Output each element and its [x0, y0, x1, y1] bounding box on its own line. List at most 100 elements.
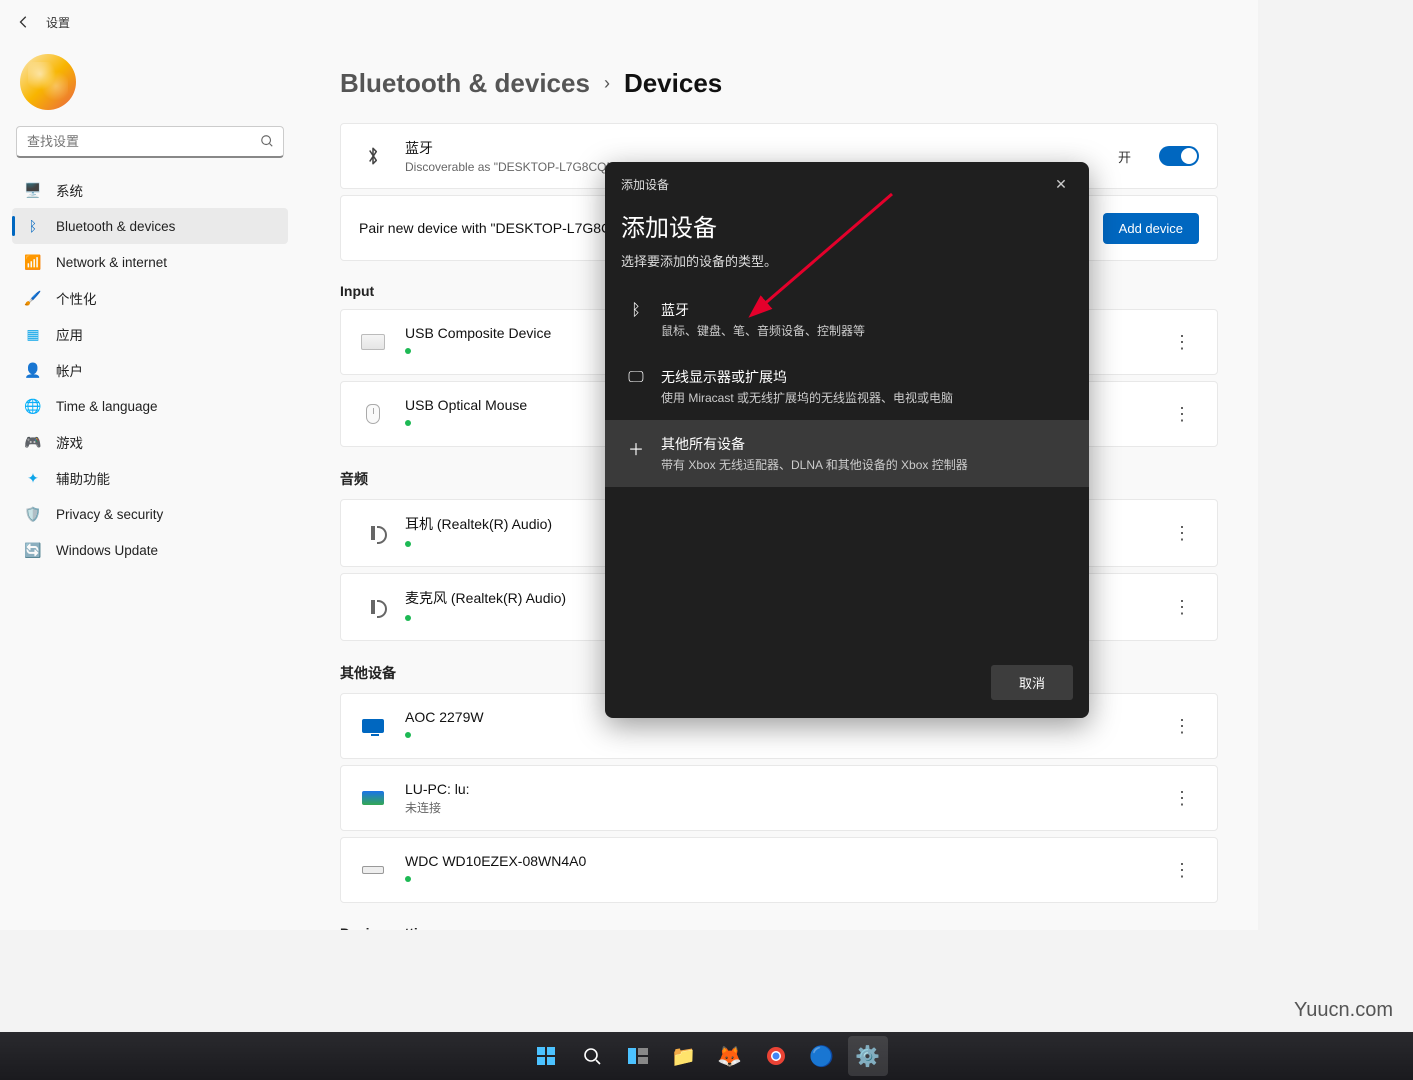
settings-taskbar-icon[interactable]: ⚙️	[848, 1036, 888, 1076]
device-name: LU-PC: lu:	[405, 781, 1147, 797]
device-row[interactable]: WDC WD10EZEX-08WN4A0 ⋮	[340, 837, 1218, 903]
nav-label: 应用	[56, 324, 83, 344]
search-icon	[260, 134, 274, 153]
nav-icon: 👤	[24, 362, 42, 379]
option-icon: 🖵	[625, 367, 647, 387]
sidebar-item-8[interactable]: ✦ 辅助功能	[12, 460, 288, 496]
close-icon[interactable]: ✕	[1049, 172, 1073, 196]
firefox-icon[interactable]: 🦊	[710, 1036, 750, 1076]
nav-icon: 🎮	[24, 434, 42, 451]
status-dot	[405, 541, 411, 547]
device-name: WDC WD10EZEX-08WN4A0	[405, 853, 1147, 869]
nav-label: 个性化	[56, 288, 97, 308]
sidebar-item-5[interactable]: 👤 帐户	[12, 352, 288, 388]
more-options-button[interactable]: ⋮	[1165, 593, 1199, 622]
nav-icon: ▦	[24, 326, 42, 343]
add-device-option-1[interactable]: 🖵 无线显示器或扩展坞 使用 Miracast 或无线扩展坞的无线监视器、电视或…	[605, 353, 1089, 420]
sidebar-item-1[interactable]: ᛒ Bluetooth & devices	[12, 208, 288, 244]
more-options-button[interactable]: ⋮	[1165, 400, 1199, 429]
chevron-right-icon: ›	[604, 73, 610, 94]
breadcrumb-current: Devices	[624, 68, 722, 99]
option-title: 蓝牙	[661, 300, 865, 320]
dialog-title: 添加设备	[621, 208, 1073, 243]
sidebar-item-6[interactable]: 🌐 Time & language	[12, 388, 288, 424]
nav-label: Time & language	[56, 399, 158, 414]
bluetooth-toggle[interactable]	[1159, 146, 1199, 166]
sidebar-item-0[interactable]: 🖥️ 系统	[12, 172, 288, 208]
status-dot	[405, 348, 411, 354]
taskbar-app-icon[interactable]: 🔵	[802, 1036, 842, 1076]
search-input[interactable]	[16, 126, 284, 158]
more-options-button[interactable]: ⋮	[1165, 712, 1199, 741]
status-dot	[405, 615, 411, 621]
speaker-icon	[359, 522, 387, 544]
keyboard-icon	[359, 331, 387, 353]
back-button[interactable]	[16, 14, 32, 30]
sidebar: 🖥️ 系统 ᛒ Bluetooth & devices 📶 Network & inter…	[0, 44, 300, 930]
taskbar: 📁 🦊 🔵 ⚙️	[0, 1032, 1413, 1080]
monitor-icon	[359, 715, 387, 737]
more-options-button[interactable]: ⋮	[1165, 328, 1199, 357]
nav-icon: ᛒ	[24, 218, 42, 234]
option-title: 其他所有设备	[661, 434, 968, 454]
nav-label: 辅助功能	[56, 468, 110, 488]
nav-icon: 🔄	[24, 542, 42, 559]
watermark: Yuucn.com	[1294, 999, 1393, 1022]
task-view-icon[interactable]	[618, 1036, 658, 1076]
nav-icon: 🖌️	[24, 290, 42, 307]
sidebar-item-4[interactable]: ▦ 应用	[12, 316, 288, 352]
nav-label: 帐户	[56, 360, 83, 380]
sidebar-item-2[interactable]: 📶 Network & internet	[12, 244, 288, 280]
option-subtitle: 使用 Miracast 或无线扩展坞的无线监视器、电视或电脑	[661, 389, 953, 406]
status-dot	[405, 876, 411, 882]
cancel-button[interactable]: 取消	[991, 665, 1073, 700]
nav-label: Windows Update	[56, 543, 158, 558]
sidebar-item-7[interactable]: 🎮 游戏	[12, 424, 288, 460]
chrome-icon[interactable]	[756, 1036, 796, 1076]
sidebar-item-3[interactable]: 🖌️ 个性化	[12, 280, 288, 316]
nav-icon: 🌐	[24, 398, 42, 415]
dialog-header-title: 添加设备	[621, 176, 669, 193]
option-title: 无线显示器或扩展坞	[661, 367, 953, 387]
bluetooth-icon	[359, 145, 387, 167]
more-options-button[interactable]: ⋮	[1165, 519, 1199, 548]
status-dot	[405, 732, 411, 738]
add-device-dialog: 添加设备 ✕ 添加设备 选择要添加的设备的类型。 ᛒ 蓝牙 鼠标、键盘、笔、音频…	[605, 162, 1089, 718]
nav-label: 游戏	[56, 432, 83, 452]
user-avatar[interactable]	[20, 54, 76, 110]
more-options-button[interactable]: ⋮	[1165, 784, 1199, 813]
breadcrumb: Bluetooth & devices › Devices	[340, 68, 1218, 99]
pc-icon	[359, 787, 387, 809]
taskbar-search-icon[interactable]	[572, 1036, 612, 1076]
nav-label: Bluetooth & devices	[56, 219, 175, 234]
option-subtitle: 鼠标、键盘、笔、音频设备、控制器等	[661, 322, 865, 339]
file-explorer-icon[interactable]: 📁	[664, 1036, 704, 1076]
add-device-option-2[interactable]: ＋ 其他所有设备 带有 Xbox 无线适配器、DLNA 和其他设备的 Xbox …	[605, 420, 1089, 487]
add-device-option-0[interactable]: ᛒ 蓝牙 鼠标、键盘、笔、音频设备、控制器等	[605, 286, 1089, 353]
device-status: 未连接	[405, 799, 1147, 816]
device-row[interactable]: LU-PC: lu: 未连接 ⋮	[340, 765, 1218, 831]
add-device-button[interactable]: Add device	[1103, 213, 1199, 244]
nav-list: 🖥️ 系统 ᛒ Bluetooth & devices 📶 Network & inter…	[12, 172, 288, 568]
app-title: 设置	[46, 14, 70, 31]
start-button[interactable]	[526, 1036, 566, 1076]
bluetooth-title: 蓝牙	[405, 138, 1100, 158]
titlebar: 设置	[0, 0, 1258, 44]
dialog-subtitle: 选择要添加的设备的类型。	[621, 251, 1073, 270]
section-device-settings: Device settings	[340, 925, 1218, 930]
option-icon: ＋	[625, 434, 647, 460]
breadcrumb-parent[interactable]: Bluetooth & devices	[340, 68, 590, 99]
nav-icon: 📶	[24, 254, 42, 271]
nav-label: Network & internet	[56, 255, 167, 270]
more-options-button[interactable]: ⋮	[1165, 856, 1199, 885]
nav-label: 系统	[56, 180, 83, 200]
hdd-icon	[359, 859, 387, 881]
option-subtitle: 带有 Xbox 无线适配器、DLNA 和其他设备的 Xbox 控制器	[661, 456, 968, 473]
toggle-state-label: 开	[1118, 147, 1131, 166]
nav-icon: 🖥️	[24, 182, 42, 199]
option-icon: ᛒ	[625, 300, 647, 320]
nav-label: Privacy & security	[56, 507, 163, 522]
nav-icon: ✦	[24, 470, 42, 487]
sidebar-item-10[interactable]: 🔄 Windows Update	[12, 532, 288, 568]
sidebar-item-9[interactable]: 🛡️Privacy & security	[12, 496, 288, 532]
